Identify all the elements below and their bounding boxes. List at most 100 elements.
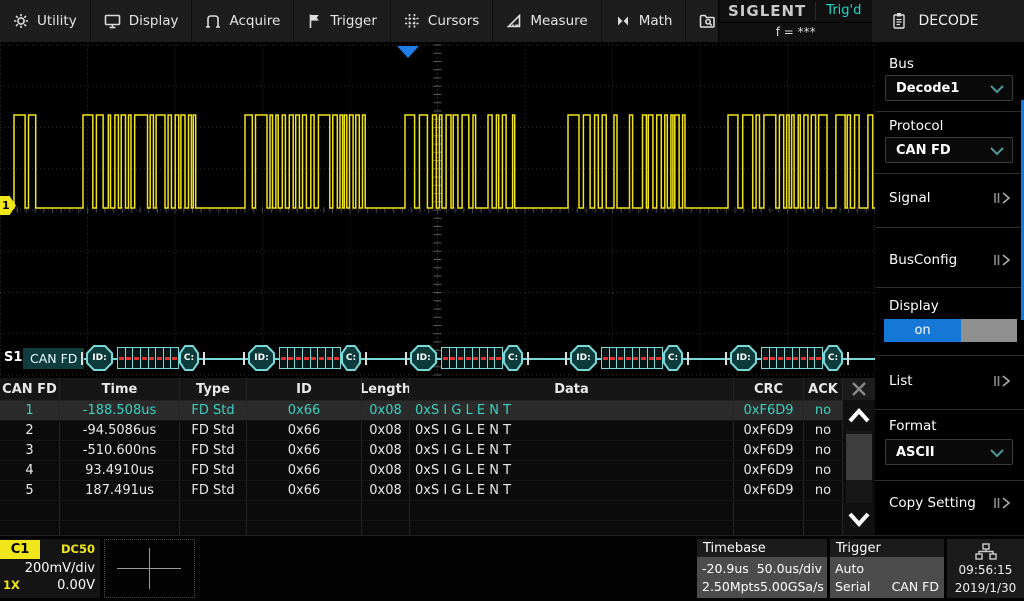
menu-item-math[interactable]: Math (602, 0, 687, 42)
channel-placeholder[interactable] (104, 539, 195, 598)
frame-boundary-tick (847, 352, 849, 365)
frame-boundary-tick (243, 352, 245, 365)
busconfig-menu-item[interactable]: BusConfig (889, 252, 957, 268)
data-byte-cell (777, 348, 785, 368)
trigger-panel[interactable]: Trigger Auto Serial CAN FD (830, 539, 944, 598)
graticule (0, 42, 875, 378)
scroll-down-button[interactable] (843, 503, 875, 535)
data-bit-dash-icon (641, 357, 646, 360)
data-bit-dash-icon (603, 357, 608, 360)
analysis-icon (699, 13, 716, 29)
table-cell: 2 (0, 421, 60, 440)
data-bit-dash-icon (134, 357, 139, 360)
protocol-select[interactable]: CAN FD (885, 137, 1013, 163)
timebase-delay: -20.9us (702, 561, 749, 576)
time-readout: 09:56:15 (959, 563, 1013, 577)
data-byte-cell (126, 348, 134, 368)
format-select[interactable]: ASCII (885, 439, 1013, 465)
timebase-panel[interactable]: Timebase -20.9us 50.0us/div 2.50Mpts 5.0… (697, 539, 827, 598)
copy-setting-menu-item[interactable]: Copy Setting (889, 495, 976, 511)
table-scrollbar (843, 378, 875, 535)
trigger-status-badge: Trig'd (816, 3, 871, 18)
scroll-up-button[interactable] (843, 400, 875, 431)
frame-boundary-tick (203, 352, 205, 365)
menu-item-label: Acquire (229, 13, 280, 29)
chevron-up-icon (846, 406, 872, 426)
scrollbar-track[interactable] (846, 431, 872, 503)
table-cell: -510.600ns (60, 441, 180, 460)
menu-item-acquire[interactable]: Acquire (192, 0, 294, 42)
menu-item-label: Display (129, 13, 179, 29)
table-row[interactable]: 5187.491usFD Std0x660x080xS I G L E N T0… (0, 481, 843, 501)
data-byte-cell (625, 348, 633, 368)
channel1-marker-label: 1 (2, 199, 10, 212)
data-byte-cell (295, 348, 303, 368)
status-block: SIGLENT Trig'd f = *** (718, 0, 872, 42)
table-cell (734, 501, 804, 520)
waveform-display: 1 S1 CAN FD ID:C:ID:C:ID:C:ID:C:ID:C: (0, 42, 875, 378)
channel-badge: C1 (0, 540, 40, 559)
decode-table: CAN FDTimeTypeIDLengthDataCRCACK1-188.50… (0, 378, 843, 541)
table-cell: no (804, 461, 843, 480)
decode-bus-row: S1 CAN FD ID:C:ID:C:ID:C:ID:C:ID:C: (0, 345, 875, 372)
coupling-readout: DC50 (61, 542, 100, 556)
menu-item-trigger[interactable]: Trigger (294, 0, 391, 42)
data-byte-cell (480, 348, 488, 368)
data-bit-dash-icon (801, 357, 806, 360)
display-icon (104, 13, 121, 29)
menu-item-utility[interactable]: Utility (0, 0, 91, 42)
close-list-button[interactable] (843, 378, 875, 400)
table-cell (410, 501, 734, 520)
chevron-down-icon (990, 448, 1004, 458)
frame-id-badge: ID: (730, 345, 757, 371)
data-bit-dash-icon (649, 357, 654, 360)
table-cell: 0xF6D9 (734, 481, 804, 500)
table-cell: 0xF6D9 (734, 421, 804, 440)
frame-id-badge: ID: (570, 345, 597, 371)
data-bit-dash-icon (656, 357, 661, 360)
data-byte-cell (303, 348, 311, 368)
table-row[interactable]: 493.4910usFD Std0x660x080xS I G L E N T0… (0, 461, 843, 481)
data-byte-cell (800, 348, 808, 368)
expand-arrow-icon (992, 252, 1012, 271)
signal-menu-item[interactable]: Signal (889, 190, 930, 206)
data-bit-dash-icon (172, 357, 177, 360)
table-cell (804, 501, 843, 520)
trigger-mode: Auto (835, 561, 864, 576)
table-row[interactable]: 1-188.508usFD Std0x660x080xS I G L E N T… (0, 401, 843, 421)
display-on-off-toggle[interactable]: on (884, 319, 1017, 342)
table-row[interactable] (0, 501, 843, 521)
scrollbar-thumb[interactable] (846, 434, 872, 480)
table-cell: 0x66 (247, 461, 362, 480)
bus-select[interactable]: Decode1 (885, 75, 1013, 101)
table-row[interactable]: 2-94.5086usFD Std0x660x080xS I G L E N T… (0, 421, 843, 441)
data-bit-dash-icon (610, 357, 615, 360)
data-byte-cell (465, 348, 473, 368)
chevron-down-icon (990, 84, 1004, 94)
menu-item-measure[interactable]: Measure (493, 0, 601, 42)
data-byte-cell (815, 348, 822, 368)
toggle-on-state: on (884, 319, 961, 342)
offset-readout: 0.00V (57, 578, 95, 593)
frame-data-bytes (441, 347, 503, 369)
data-byte-cell (808, 348, 816, 368)
frame-data-bytes (761, 347, 823, 369)
table-cell: 0x08 (362, 421, 410, 440)
table-cell: 0x08 (362, 461, 410, 480)
frame-crc-badge: C: (823, 345, 843, 371)
frequency-readout: f = *** (719, 23, 872, 42)
trigger-type: Serial (835, 579, 870, 594)
decode-bus-channel: S1 (4, 350, 22, 365)
menu-item-label: Cursors (428, 13, 479, 29)
table-cell: no (804, 481, 843, 500)
column-header: Length (362, 378, 410, 400)
siglent-logo: SIGLENT (719, 2, 816, 20)
expand-arrow-icon (992, 190, 1012, 209)
menu-item-display[interactable]: Display (91, 0, 193, 42)
list-menu-item[interactable]: List (889, 373, 913, 389)
channel1-panel[interactable]: C1 DC50 200mV/div 1X 0.00V (0, 539, 100, 598)
menu-item-cursors[interactable]: Cursors (391, 0, 493, 42)
table-cell (247, 501, 362, 520)
trigger-position-marker[interactable] (397, 46, 419, 58)
table-row[interactable]: 3-510.600nsFD Std0x660x080xS I G L E N T… (0, 441, 843, 461)
